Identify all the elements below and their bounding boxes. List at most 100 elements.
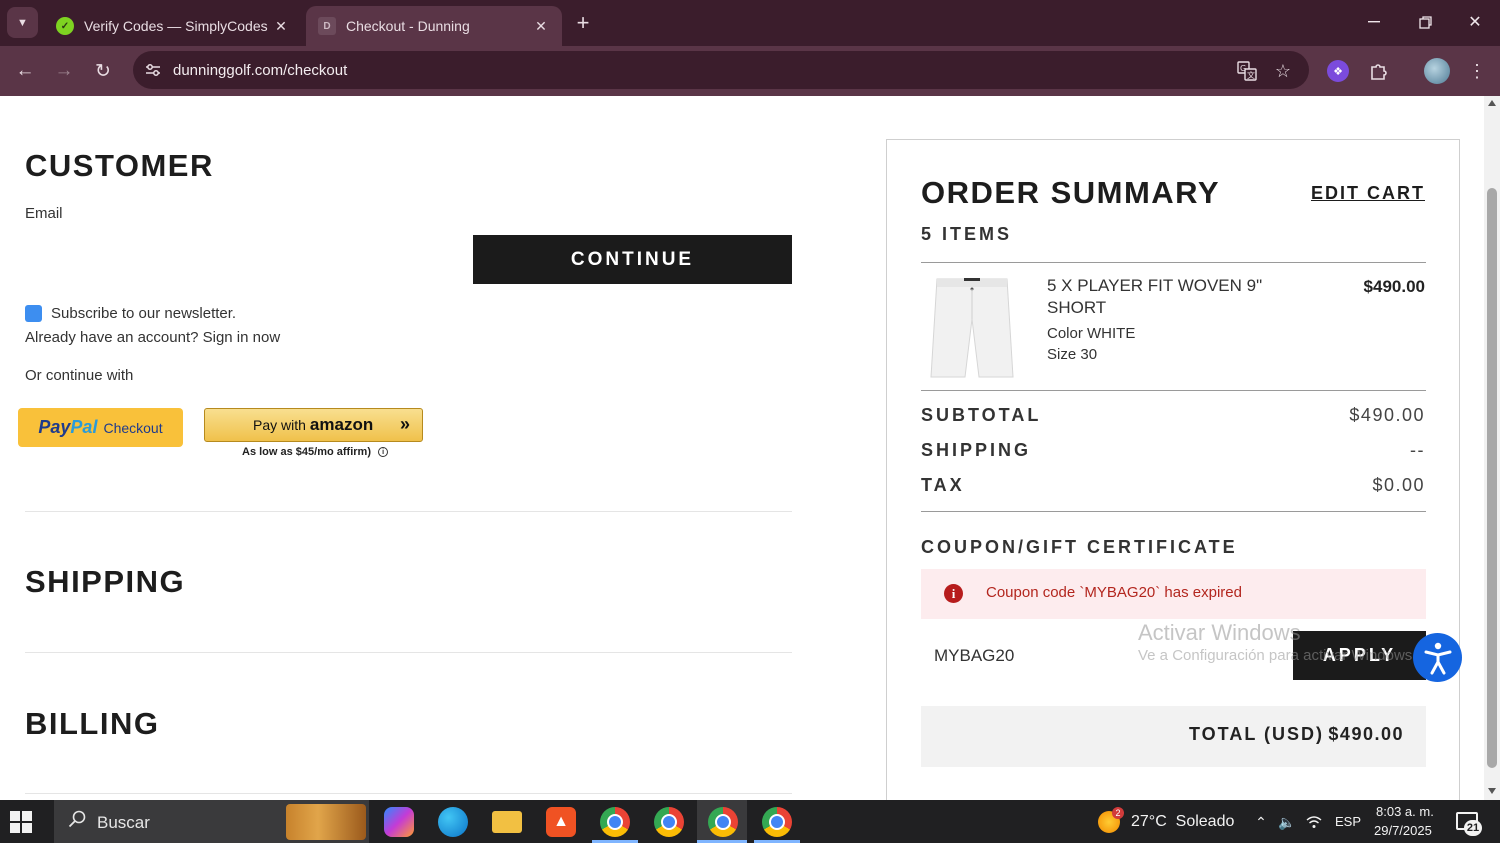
shipping-heading: SHIPPING xyxy=(25,564,186,599)
address-bar[interactable]: dunninggolf.com/checkout G文 ☆ xyxy=(133,51,1309,89)
affirm-text[interactable]: As low as $45/mo affirm) i xyxy=(242,446,389,458)
total-bar: TOTAL (USD) $490.00 xyxy=(921,706,1426,767)
windows-start-icon[interactable] xyxy=(10,811,32,833)
reload-button[interactable]: ↻ xyxy=(88,56,118,86)
info-icon[interactable]: i xyxy=(378,447,389,458)
wifi-icon[interactable] xyxy=(1305,813,1323,831)
plus-icon: + xyxy=(576,10,590,35)
chrome-icon[interactable] xyxy=(600,807,630,837)
restore-icon xyxy=(1418,15,1432,29)
tab-title: Verify Codes — SimplyCodes xyxy=(84,18,268,34)
forward-button[interactable]: → xyxy=(49,56,79,86)
chrome-profile-icon[interactable] xyxy=(654,807,684,837)
subtotal-value: $490.00 xyxy=(1349,405,1425,425)
coupon-title: COUPON/GIFT CERTIFICATE xyxy=(921,537,1238,557)
paypal-checkout-button[interactable]: PayPal Checkout xyxy=(18,408,183,447)
double-chevron-icon: » xyxy=(399,414,410,434)
total-value: $490.00 xyxy=(1328,724,1404,744)
tax-value: $0.00 xyxy=(1372,475,1425,495)
clock-time[interactable]: 8:03 a. m. xyxy=(1376,804,1434,819)
browser-toolbar: ← → ↻ dunninggolf.com/checkout G文 ☆ ❖ ⋮ xyxy=(0,46,1500,96)
order-summary-panel: ORDER SUMMARY EDIT CART 5 ITEMS 5 X PLAY… xyxy=(886,139,1460,800)
tab-search-button[interactable]: ▼ xyxy=(7,7,38,38)
tab-checkout[interactable]: D Checkout - Dunning ✕ xyxy=(306,6,562,46)
profile-avatar[interactable] xyxy=(1424,58,1450,84)
chevron-up-icon[interactable]: ⌃ xyxy=(1252,813,1270,831)
kebab-menu-icon[interactable]: ⋮ xyxy=(1464,58,1490,84)
edge-browser-icon[interactable] xyxy=(438,807,468,837)
translate-icon[interactable]: G文 xyxy=(1236,60,1258,82)
brave-browser-icon[interactable]: ▲ xyxy=(546,807,576,837)
accessibility-icon xyxy=(1424,642,1451,674)
restore-button[interactable] xyxy=(1405,8,1445,36)
alt-payment-label: Or continue with xyxy=(25,367,134,384)
sign-in-link[interactable]: Already have an account? Sign in now xyxy=(25,329,280,346)
product-name: 5 X PLAYER FIT WOVEN 9" SHORT xyxy=(1047,276,1263,317)
shipping-value: -- xyxy=(1410,440,1425,460)
amazon-pay-button[interactable]: Pay with amazon » xyxy=(204,408,423,442)
close-window-button[interactable]: ✕ xyxy=(1455,8,1495,36)
scroll-up-arrow-icon[interactable] xyxy=(1488,100,1496,106)
tab-title: Checkout - Dunning xyxy=(346,18,470,34)
error-info-icon: i xyxy=(944,584,963,603)
close-icon[interactable]: ✕ xyxy=(272,18,290,35)
tune-icon[interactable] xyxy=(143,60,163,80)
coupon-error-alert: i Coupon code `MYBAG20` has expired xyxy=(921,569,1426,619)
url-text[interactable]: dunninggolf.com/checkout xyxy=(173,62,347,79)
order-summary-title: ORDER SUMMARY xyxy=(921,175,1221,210)
email-label: Email xyxy=(25,205,63,222)
page-scrollbar[interactable] xyxy=(1484,96,1500,800)
newsletter-checkbox[interactable] xyxy=(25,305,42,322)
puzzle-icon[interactable] xyxy=(1365,58,1391,84)
product-size: Size 30 xyxy=(1047,346,1098,363)
tax-label: TAX xyxy=(921,475,965,495)
amazon-pay-label: Pay with xyxy=(253,417,306,433)
windows-activation-watermark: Activar Windows xyxy=(1138,620,1301,645)
scroll-thumb[interactable] xyxy=(1487,188,1497,768)
chrome-active-icon[interactable] xyxy=(708,807,738,837)
subtotal-label: SUBTOTAL xyxy=(921,405,1042,425)
search-icon xyxy=(68,810,86,828)
taskbar-search[interactable]: Buscar xyxy=(54,800,369,843)
chrome-profile-2-icon[interactable] xyxy=(762,807,792,837)
shipping-label: SHIPPING xyxy=(921,440,1032,460)
language-indicator[interactable]: ESP xyxy=(1335,814,1361,829)
continue-button[interactable]: CONTINUE xyxy=(473,235,792,284)
divider xyxy=(921,262,1426,263)
dunning-favicon-icon: D xyxy=(318,17,336,35)
star-icon[interactable]: ☆ xyxy=(1272,60,1294,82)
volume-icon[interactable]: 🔈 xyxy=(1278,813,1296,831)
weather-text[interactable]: 27°C Soleado xyxy=(1131,813,1234,831)
new-tab-button[interactable]: + xyxy=(570,10,596,36)
divider xyxy=(921,511,1426,512)
copilot-extension-icon[interactable]: ❖ xyxy=(1327,60,1349,82)
tab-simplycodes[interactable]: ✓ Verify Codes — SimplyCodes ✕ xyxy=(44,6,302,46)
paypal-logo: PayPal xyxy=(38,417,98,437)
reload-icon: ↻ xyxy=(95,60,111,82)
tab-strip: ▼ ✓ Verify Codes — SimplyCodes ✕ D Check… xyxy=(0,0,1500,46)
file-explorer-icon[interactable] xyxy=(492,811,522,833)
taskbar-search-placeholder: Buscar xyxy=(97,813,150,832)
weather-badge: 2 xyxy=(1112,807,1124,819)
svg-text:文: 文 xyxy=(1247,70,1255,80)
billing-heading: BILLING xyxy=(25,706,160,741)
tiger-search-highlight-icon xyxy=(286,804,366,840)
accessibility-button[interactable] xyxy=(1413,633,1462,682)
edit-cart-link[interactable]: EDIT CART xyxy=(1311,183,1425,204)
notifications-badge: 21 xyxy=(1464,820,1482,836)
scroll-down-arrow-icon[interactable] xyxy=(1488,788,1496,794)
close-icon[interactable]: ✕ xyxy=(532,18,550,35)
back-button[interactable]: ← xyxy=(10,56,40,86)
close-icon: ✕ xyxy=(1468,14,1482,31)
section-divider xyxy=(25,511,792,512)
back-arrow-icon: ← xyxy=(15,60,35,81)
total-label: TOTAL (USD) xyxy=(1189,724,1324,744)
forward-arrow-icon: → xyxy=(54,60,74,81)
windows-taskbar: Buscar ▲ 2 27°C Soleado ⌃ 🔈 ESP 8:03 a. … xyxy=(0,800,1500,843)
product-image xyxy=(930,278,1014,378)
amazon-logo: amazon xyxy=(309,415,374,434)
clock-date[interactable]: 29/7/2025 xyxy=(1374,823,1432,838)
copilot-app-icon[interactable] xyxy=(384,807,414,837)
items-count: 5 ITEMS xyxy=(921,224,1013,244)
minimize-button[interactable] xyxy=(1354,8,1394,36)
